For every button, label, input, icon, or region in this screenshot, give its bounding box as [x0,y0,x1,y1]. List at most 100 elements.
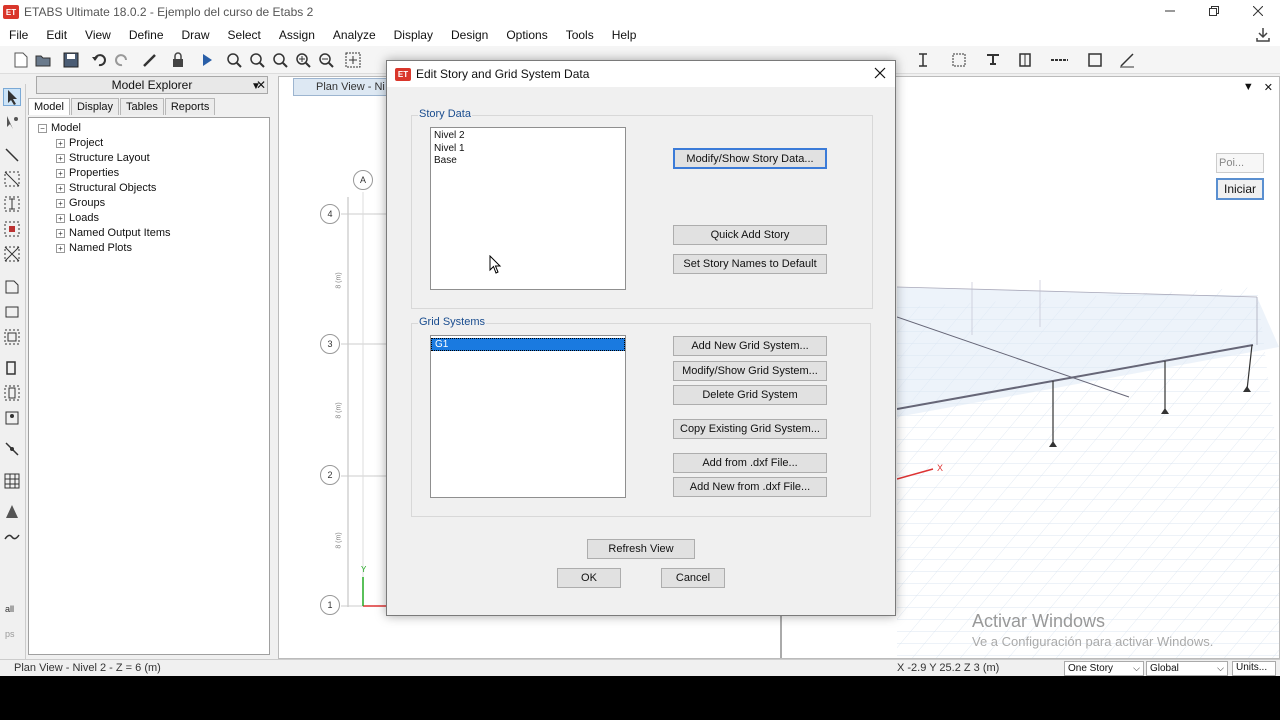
close-explorer-icon[interactable]: ✕ [256,78,266,92]
zoom-in-icon[interactable] [294,51,312,69]
section-i-icon[interactable] [914,51,932,69]
story-list-item[interactable]: Base [431,155,625,168]
menu-display[interactable]: Display [385,28,442,42]
quick-add-story-button[interactable]: Quick Add Story [673,225,827,245]
draw-frame-icon[interactable] [3,170,21,188]
new-model-icon[interactable] [12,51,30,69]
zoom-restore-icon[interactable] [248,51,266,69]
draw-opening-icon[interactable] [3,409,21,427]
tab-display[interactable]: Display [70,98,120,115]
refresh-view-button[interactable]: Refresh View [587,539,695,559]
edit-pen-icon[interactable] [141,51,159,69]
menu-edit[interactable]: Edit [37,28,76,42]
cancel-button[interactable]: Cancel [661,568,725,588]
draw-section-cut-icon[interactable] [3,528,21,546]
wall-icon[interactable] [1086,51,1104,69]
tree-item-groups[interactable]: + Groups [56,196,105,210]
draw-line-icon[interactable] [1118,51,1136,69]
ok-button[interactable]: OK [557,568,621,588]
brace-icon[interactable] [1050,51,1068,69]
quick-draw-floor-icon[interactable] [3,328,21,346]
expand-icon[interactable]: + [56,183,65,193]
draw-column-icon[interactable] [3,195,21,213]
modify-show-story-data-button[interactable]: Modify/Show Story Data... [673,148,827,169]
menu-select[interactable]: Select [219,28,270,42]
tree-item-structure-layout[interactable]: + Structure Layout [56,151,150,165]
previous-selection-icon[interactable]: ps [3,624,21,642]
zoom-out-icon[interactable] [317,51,335,69]
pan-icon[interactable] [344,51,362,69]
grid-system-list-item[interactable]: G1 [431,338,625,351]
add-from-dxf-button[interactable]: Add from .dxf File... [673,453,827,473]
menu-help[interactable]: Help [603,28,646,42]
tree-item-project[interactable]: + Project [56,136,103,150]
delete-grid-system-button[interactable]: Delete Grid System [673,385,827,405]
tree-item-named-plots[interactable]: + Named Plots [56,241,132,255]
tree-item-structural-objects[interactable]: + Structural Objects [56,181,156,195]
run-analysis-icon[interactable] [198,51,216,69]
story-list-item[interactable]: Nivel 1 [431,143,625,156]
draw-link-icon[interactable] [3,440,21,458]
expand-icon[interactable]: + [56,228,65,238]
zoom-extents-icon[interactable] [271,51,289,69]
draw-floor-icon[interactable] [3,278,21,296]
draw-rect-floor-icon[interactable] [3,303,21,321]
draw-beam-icon[interactable] [3,220,21,238]
tree-item-named-output-items[interactable]: + Named Output Items [56,226,171,240]
tree-item-model[interactable]: − Model [38,121,81,135]
collapse-icon[interactable]: − [38,123,47,133]
draw-wall-icon[interactable] [3,359,21,377]
redo-icon[interactable] [113,51,131,69]
open-icon[interactable] [34,51,52,69]
select-all-icon[interactable]: all [3,599,21,617]
menu-analyze[interactable]: Analyze [324,28,385,42]
quick-draw-wall-icon[interactable] [3,384,21,402]
add-new-grid-system-button[interactable]: Add New Grid System... [673,336,827,356]
tab-model[interactable]: Model [28,98,70,115]
set-story-names-default-button[interactable]: Set Story Names to Default [673,254,827,274]
units-button[interactable]: Units... [1232,661,1276,676]
pointer-icon[interactable] [3,88,21,106]
tree-item-loads[interactable]: + Loads [56,211,99,225]
modify-show-grid-system-button[interactable]: Modify/Show Grid System... [673,361,827,381]
draw-joint-icon[interactable] [3,146,21,164]
expand-icon[interactable]: + [56,168,65,178]
add-new-from-dxf-button[interactable]: Add New from .dxf File... [673,477,827,497]
tab-tables[interactable]: Tables [120,98,164,115]
tab-reports[interactable]: Reports [164,98,216,115]
coord-system-select[interactable]: Global ⌵ [1146,661,1228,676]
story-list[interactable]: Nivel 2 Nivel 1 Base [430,127,626,290]
close-window-button[interactable] [1236,0,1280,22]
menu-options[interactable]: Options [497,28,556,42]
draw-dimension-icon[interactable] [3,503,21,521]
area-section-icon[interactable] [950,51,968,69]
reshape-icon[interactable] [3,114,21,132]
menu-design[interactable]: Design [442,28,497,42]
lock-icon[interactable] [169,51,187,69]
draw-grid-icon[interactable] [3,472,21,490]
iniciar-button[interactable]: Iniciar [1216,178,1264,200]
menu-define[interactable]: Define [120,28,173,42]
beam-icon[interactable] [984,51,1002,69]
download-icon[interactable] [1254,26,1272,44]
save-icon[interactable] [62,51,80,69]
expand-icon[interactable]: + [56,213,65,223]
poi-field[interactable]: Poi... [1216,153,1264,173]
dialog-close-button[interactable] [871,64,889,82]
menu-draw[interactable]: Draw [173,28,219,42]
zoom-window-icon[interactable] [225,51,243,69]
restore-button[interactable] [1192,0,1236,22]
minimize-button[interactable] [1148,0,1192,22]
undo-icon[interactable] [90,51,108,69]
column-icon[interactable] [1016,51,1034,69]
expand-icon[interactable]: + [56,198,65,208]
menu-assign[interactable]: Assign [270,28,324,42]
grid-system-list[interactable]: G1 [430,335,626,498]
menu-view[interactable]: View [76,28,120,42]
copy-existing-grid-system-button[interactable]: Copy Existing Grid System... [673,419,827,439]
story-mode-select[interactable]: One Story ⌵ [1064,661,1144,676]
expand-icon[interactable]: + [56,138,65,148]
draw-brace-icon[interactable] [3,245,21,263]
expand-icon[interactable]: + [56,153,65,163]
expand-icon[interactable]: + [56,243,65,253]
